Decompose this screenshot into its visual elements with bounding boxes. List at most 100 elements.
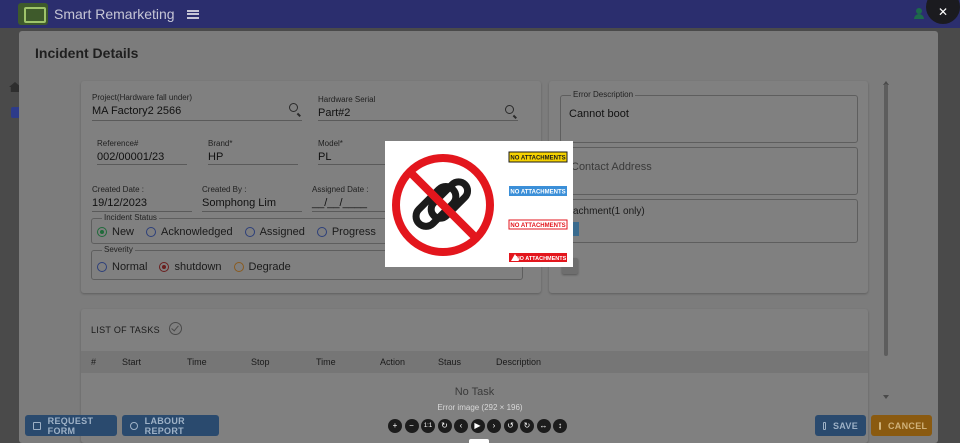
radio-icon <box>244 227 255 237</box>
no-attachment-image: NO ATTACHMENTS NO ATTACHMENTS NO ATTACHM… <box>385 141 573 267</box>
incident-status-legend: Incident Status <box>102 213 159 222</box>
reference-value: 002/00001/23 <box>97 151 165 163</box>
column-stop: Stop <box>251 357 270 367</box>
created-by-value: Somphong Lim <box>202 197 276 209</box>
empty-tasks-message: No Task <box>454 386 495 398</box>
viewer-handle <box>469 439 489 443</box>
save-icon <box>823 421 826 430</box>
dialog-title: Incident Details <box>35 45 139 61</box>
app-bar: Smart Remarketing <box>0 0 960 28</box>
one-to-one-icon[interactable]: 1:1 <box>421 419 435 433</box>
add-task-icon[interactable] <box>169 322 182 335</box>
info-icon <box>130 421 138 430</box>
play-icon[interactable]: ▶ <box>470 419 485 433</box>
severity-legend: Severity <box>102 245 135 254</box>
column-number: # <box>91 357 97 367</box>
model-label: Model* <box>318 139 343 148</box>
hardware-serial-field[interactable]: Hardware Serial Part#2 <box>318 95 518 121</box>
column-start-time: Time <box>187 357 207 367</box>
radio-checked-icon <box>159 262 170 272</box>
brand-label: Brand* <box>208 139 233 148</box>
user-icon[interactable] <box>914 8 924 20</box>
next-icon[interactable]: › <box>487 419 501 433</box>
status-option-acknowledged[interactable]: Acknowledged <box>146 226 233 238</box>
error-description-label: Error Description <box>571 90 636 99</box>
created-by-field[interactable]: Created By : Somphong Lim <box>202 185 302 212</box>
stamp-red-outline: NO ATTACHMENTS <box>508 219 568 230</box>
created-date-value: 19/12/2023 <box>92 197 148 209</box>
column-description: Description <box>496 357 542 367</box>
search-icon[interactable] <box>505 105 514 114</box>
incident-status-options: New Acknowledged Assigned Progress R <box>97 226 423 238</box>
radio-icon <box>97 262 107 272</box>
status-option-assigned[interactable]: Assigned <box>244 226 305 238</box>
cancel-button[interactable]: CANCEL <box>871 415 932 436</box>
severity-option-degrade[interactable]: Degrade <box>233 261 291 273</box>
assigned-date-value: __/__/____ <box>312 197 368 209</box>
upload-icon[interactable] <box>573 222 579 236</box>
severity-options: Normal shutdown Degrade <box>97 261 303 273</box>
svg-text:NO ATTACHMENTS: NO ATTACHMENTS <box>510 223 565 229</box>
zoom-out-icon[interactable]: − <box>404 419 419 433</box>
column-action: Action <box>380 357 406 367</box>
stamp-red-warning: NO ATTACHMENTS <box>509 253 567 262</box>
rotate-left-icon[interactable]: ↺ <box>503 419 518 433</box>
save-button[interactable]: SAVE <box>815 415 866 436</box>
flip-horizontal-icon[interactable]: ↔ <box>536 419 551 433</box>
contact-address-field[interactable]: Contact Address <box>560 147 858 195</box>
hardware-serial-label: Hardware Serial <box>318 95 376 104</box>
app-title: Smart Remarketing <box>54 6 175 22</box>
dialog-scrollbar[interactable] <box>884 84 888 356</box>
reference-label: Reference# <box>97 139 139 148</box>
column-start: Start <box>122 357 142 367</box>
created-date-field[interactable]: Created Date : 19/12/2023 <box>92 185 192 212</box>
svg-text:NO ATTACHMENTS: NO ATTACHMENTS <box>516 256 567 262</box>
radio-icon <box>316 227 327 237</box>
attachment-field[interactable]: achment(1 only) <box>560 199 858 243</box>
zoom-in-icon[interactable]: + <box>388 419 402 433</box>
search-icon[interactable] <box>289 103 298 112</box>
error-image[interactable]: NO ATTACHMENTS NO ATTACHMENTS NO ATTACHM… <box>385 141 573 267</box>
svg-text:NO ATTACHMENTS: NO ATTACHMENTS <box>510 190 565 196</box>
app-logo <box>18 3 48 25</box>
contact-address-placeholder: Contact Address <box>571 161 652 173</box>
description-card: Error Description Cannot boot Contact Ad… <box>549 81 868 293</box>
brand-value: HP <box>208 151 224 163</box>
reset-icon[interactable]: ↻ <box>437 419 452 433</box>
project-value: MA Factory2 2566 <box>92 105 182 117</box>
severity-option-shutdown[interactable]: shutdown <box>159 261 222 273</box>
assigned-date-field[interactable]: Assigned Date : __/__/____ <box>312 185 392 212</box>
menu-icon[interactable] <box>186 9 199 19</box>
labour-report-button[interactable]: LABOUR REPORT <box>122 415 219 436</box>
briefcase-icon <box>33 421 41 430</box>
error-description-value: Cannot boot <box>569 108 629 120</box>
rotate-right-icon[interactable]: ↻ <box>520 419 534 433</box>
status-option-progress[interactable]: Progress <box>316 226 376 238</box>
severity-option-normal[interactable]: Normal <box>97 261 147 273</box>
brand-field[interactable]: Brand* HP <box>208 139 298 165</box>
scroll-down-arrow[interactable] <box>883 395 889 399</box>
error-description-field[interactable]: Error Description Cannot boot <box>560 90 858 143</box>
column-status: Staus <box>438 357 462 367</box>
created-date-label: Created Date : <box>92 185 145 194</box>
tasks-table-header: # Start Time Stop Time Action Staus Desc… <box>81 351 868 373</box>
radio-icon <box>146 227 157 237</box>
column-stop-time: Time <box>316 357 336 367</box>
reference-field[interactable]: Reference# 002/00001/23 <box>97 139 187 165</box>
attachment-label: achment(1 only) <box>573 206 645 217</box>
assigned-date-label: Assigned Date : <box>312 185 369 194</box>
svg-text:NO ATTACHMENTS: NO ATTACHMENTS <box>510 156 565 162</box>
flip-vertical-icon[interactable]: ↕ <box>553 419 567 433</box>
viewer-toolbar: + −1:1 ↻ ‹ ▶ › ↺ ↻ ↔ ↕ <box>388 419 570 435</box>
model-value: PL <box>318 151 332 163</box>
status-option-new[interactable]: New <box>97 226 134 238</box>
stamp-blue: NO ATTACHMENTS <box>509 186 567 196</box>
cancel-icon <box>879 421 881 430</box>
image-caption: Error image (292 × 196) <box>437 403 523 412</box>
project-field[interactable]: Project(Hardware fall under) MA Factory2… <box>92 93 302 121</box>
radio-checked-icon <box>97 227 107 237</box>
stamp-yellow: NO ATTACHMENTS <box>508 151 568 163</box>
request-form-button[interactable]: REQUEST FORM <box>25 415 117 436</box>
radio-icon <box>233 262 244 272</box>
prev-icon[interactable]: ‹ <box>454 419 468 433</box>
